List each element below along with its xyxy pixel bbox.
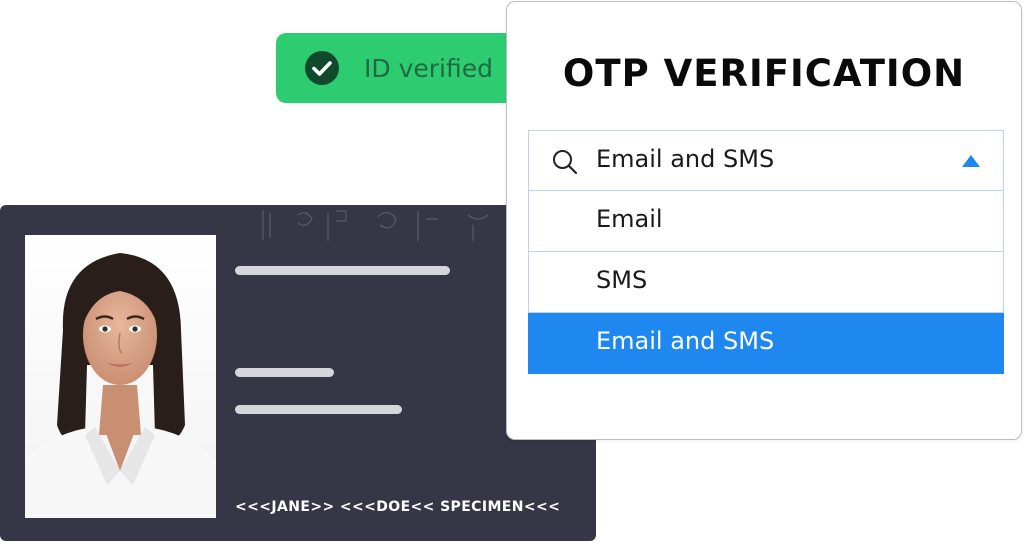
dropdown-option-sms[interactable]: SMS <box>528 252 1004 313</box>
mrz-line: <<<JANE>> <<<DOE<< SPECIMEN<<< <box>235 499 561 515</box>
otp-method-dropdown: Email and SMS Email SMS Email and SMS <box>528 130 1004 374</box>
option-label: Email and SMS <box>596 327 775 355</box>
id-photo <box>25 235 216 518</box>
watermark-pattern <box>262 210 489 241</box>
dropdown-option-email-and-sms[interactable]: Email and SMS <box>528 313 1004 374</box>
check-circle-icon <box>305 51 339 85</box>
dropdown-option-email[interactable]: Email <box>528 191 1004 252</box>
search-icon <box>553 150 578 175</box>
panel-title: OTP VERIFICATION <box>562 52 966 95</box>
badge-label: ID verified <box>364 53 493 83</box>
caret-up-icon[interactable] <box>961 154 981 168</box>
stage: <<<JANE>> <<<DOE<< SPECIMEN<<< ID verifi… <box>0 0 1024 545</box>
id-text-line <box>235 368 334 377</box>
id-verified-badge: ID verified <box>276 33 528 103</box>
otp-verification-panel: OTP VERIFICATION Email and SMS Email SMS… <box>506 1 1022 440</box>
option-label: Email <box>596 205 663 233</box>
option-label: SMS <box>596 266 648 294</box>
id-text-line <box>235 266 450 275</box>
dropdown-select[interactable]: Email and SMS <box>528 130 1004 191</box>
id-text-line <box>235 405 402 414</box>
dropdown-selected-value: Email and SMS <box>596 145 775 173</box>
